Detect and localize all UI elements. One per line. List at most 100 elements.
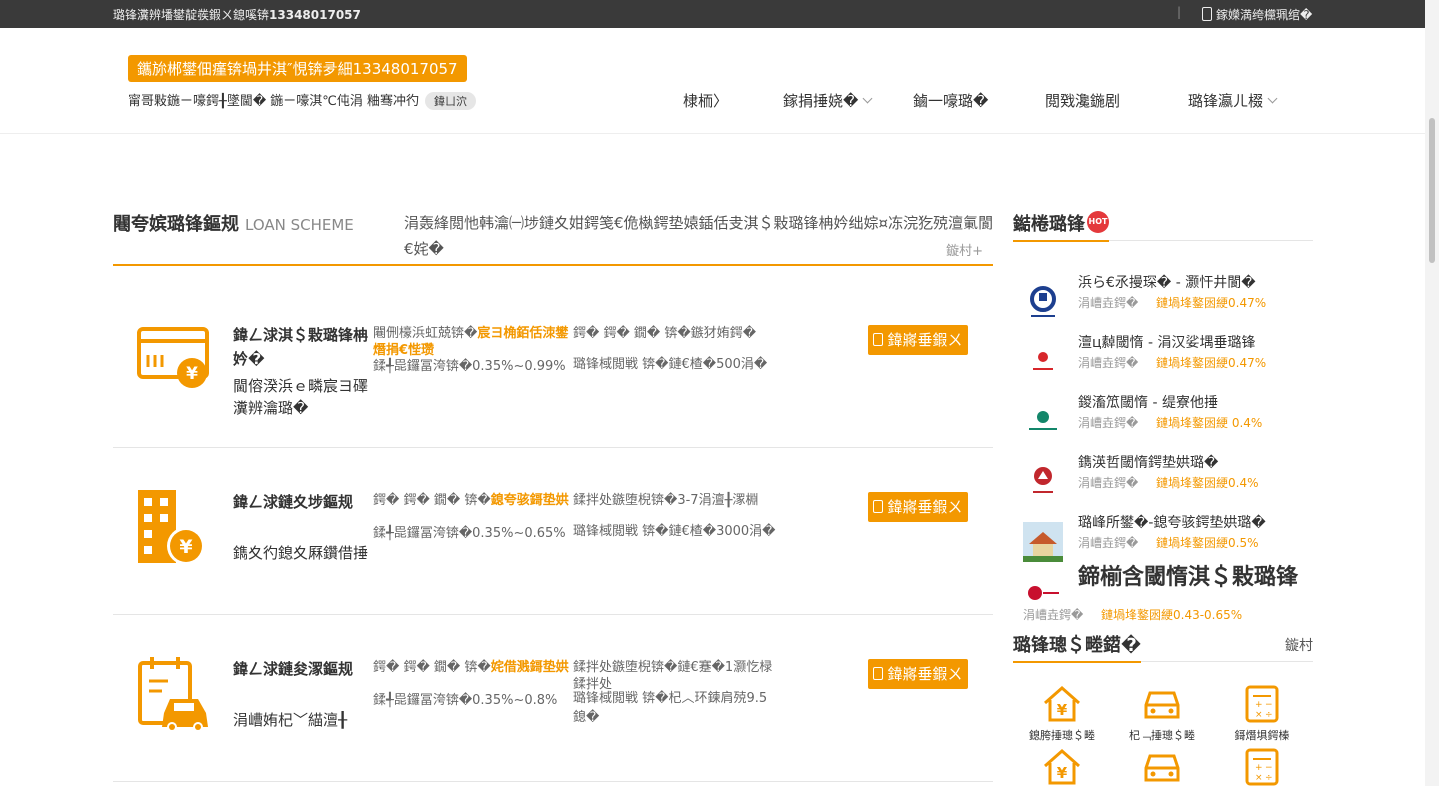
bank-name: 鍐滀笟閾惰 - 缇寮他捶	[1078, 395, 1218, 411]
rate-label: 涓嶆垚鍔�	[1078, 476, 1139, 490]
loan-time: 鍒拌处鏃堕棿锛�3-7涓澶╂潈棩	[573, 493, 759, 508]
loan-time: 鍒拌处鏃堕棿锛�鏈€蹇�1灏忔椂鍒拌处	[573, 660, 773, 692]
svg-text:¥: ¥	[186, 364, 198, 384]
svg-text:¥: ¥	[179, 536, 192, 558]
promo-banner[interactable]: 鑴旀郴鐢佃瘽锛堝井淇″悓锛夛細13348017057	[128, 55, 467, 82]
rate-label: 涓嶆垚鍔�	[1078, 296, 1139, 310]
free-consult-button[interactable]: 鍏嶈垂鍜ㄨ	[868, 325, 968, 355]
header-subtitle: 甯哥敤鍦ㄧ嚎鍔╂墜閫� 鍦ㄧ嚎淇℃伅涓 粬骞冲彴 鍏ㄩ泬	[128, 90, 477, 110]
calculator-icon: + −× ÷	[1245, 748, 1279, 786]
section-more-link[interactable]: 鏇村+	[946, 240, 983, 259]
tool-car-loan[interactable]: 杞﹁捶璁＄畻	[1117, 685, 1207, 745]
hot-loan-item[interactable]: 鍐滀笟閾惰 - 缇寮他捶 涓嶆垚鍔� 鏈堝埄鐜囦綆 0.4%	[1013, 392, 1313, 452]
calculator-more-link[interactable]: 鏇村	[1285, 635, 1313, 655]
phone-icon	[873, 333, 884, 346]
nav-label: 棣栭〉	[683, 92, 729, 110]
tool-prepayment[interactable]: + − × ÷ 鎶熸埧鍔榛	[1217, 685, 1307, 745]
section-title: 闀夸嫔璐锋鏂规 LOAN SCHEME	[113, 210, 354, 236]
hot-loan-item[interactable]: 璐峰所鐢�-鎴夸骇鍔垫娂璐� 涓嶆垚鍔� 鏈堝埄鐜囦綆0.5%	[1013, 512, 1313, 572]
section-title-text: 闀夸嫔璐锋鏂规	[113, 214, 239, 235]
loan-calculator-header: 璐锋璁＄畻鍣� 鏇村	[1013, 631, 1313, 663]
chevron-down-icon	[1267, 93, 1278, 104]
nav-item-home[interactable]: 棣栭〉	[683, 90, 728, 111]
scrollbar-thumb[interactable]	[1429, 118, 1435, 263]
loan-amount: 璐锋棫閲戦 锛�鏈€楂�500涓�	[573, 357, 768, 372]
loan-row-property: ¥ 鍏ㄥ浗鏈夊埗鏂规 鐫夊彴鎴夊厤鑽借捶 鍔� 鍔� 鐗� 锛�鎴夸骇鎶垫娂 鍒…	[113, 448, 993, 615]
bank-name: 浜ら€氶摱琛� - 灏忓井閬�	[1078, 275, 1256, 291]
nav-item-find-loan[interactable]: 鎵捐捶娆�	[783, 90, 873, 111]
svg-text:−: −	[1265, 763, 1273, 773]
free-consult-button[interactable]: 鍏嶈垂鍜ㄨ	[868, 492, 968, 522]
hot-loan-item[interactable]: 澶ц繛閾惰 - 涓汉娑堣垂璐锋 涓嶆垚鍔� 鏈堝埄鐜囦綆0.47%	[1013, 332, 1313, 392]
top-contact-text: 璐锋瀵辨墦鐢靛彂鍜ㄨ鎴嗘锛	[113, 8, 270, 22]
header-subtitle-text: 甯哥敤鍦ㄧ嚎鍔╂墜閫� 鍦ㄧ嚎淇℃伅涓 粬骞冲彴	[128, 94, 420, 109]
loan-rate: 鍒╃巼鑼冨洿锛�0.35%~0.65%	[373, 526, 566, 541]
consult-label: 鍏嶈垂鍜ㄨ	[887, 665, 963, 683]
consult-label: 鍏嶈垂鍜ㄨ	[887, 498, 963, 516]
top-contact-phone: 13348017057	[269, 8, 361, 22]
hot-loan-item[interactable]: 鍗椾含閾惰淇＄敤璐锋 涓嶆垚鍔� 鏈堝埄鐜囦綆0.43-0.65%	[1013, 566, 1313, 634]
nav-item-finance-map[interactable]: 閲戣瀺鍦剧	[1045, 90, 1120, 111]
loan-collateral: 鍔� 鍔� 鐗� 锛�姹借溅鎶垫娂	[373, 659, 573, 676]
building-yen-icon: ¥	[138, 490, 205, 565]
hot-loan-item[interactable]: 鐫渶哲閾惰鍔垫娂璐� 涓嶆垚鍔� 鏈堝埄鐜囦綆0.4%	[1013, 452, 1313, 512]
svg-text:×: ×	[1255, 773, 1263, 783]
loan-amount: 璐锋棫閲戦 锛�杞︿环鍊肩殑9.5鎴�	[573, 691, 768, 725]
tool-car-loan-2[interactable]	[1117, 748, 1207, 808]
car-checklist-icon	[138, 657, 208, 732]
svg-text:¥: ¥	[1057, 764, 1068, 782]
nav-label: 璐锋瀛ㄦ棳	[1188, 92, 1264, 110]
svg-text:¥: ¥	[1057, 701, 1068, 719]
loan-collateral: 鍔� 鍔� 鐗� 锛�鏃犲姷鍔�	[573, 326, 757, 341]
house-yen-icon: ¥	[1044, 685, 1080, 722]
free-consult-button[interactable]: 鍏嶈垂鍜ㄨ	[868, 659, 968, 689]
hot-badge: HOT	[1087, 211, 1109, 233]
bank-logo-icon	[1029, 411, 1057, 430]
house-yen-icon: ¥	[1044, 748, 1080, 785]
nav-label: 鎵捐捶娆�	[783, 92, 859, 110]
rate-label: 涓嶆垚鍔�	[1078, 416, 1139, 430]
loan-calculator-title: 璐锋璁＄畻鍣�	[1013, 631, 1142, 663]
loan-collateral-label: 鍔� 鍔� 鐗� 锛�	[373, 660, 491, 675]
nav-label: 閲戣瀺鍦剧	[1045, 92, 1121, 110]
section-title-en: LOAN SCHEME	[245, 216, 354, 234]
rate-value: 鏈堝埄鐜囦綆0.4%	[1156, 476, 1259, 490]
section-description: 涓轰綘閲忚韩瀹㈠埗鏈夊姏鍔笺€佹槸鍔垫媴鍤佸叏淇＄敤璐锋柟妗绌婃¤冻浣犵殑澶氭閬…	[404, 214, 994, 258]
bank-logo-icon	[1033, 352, 1053, 370]
region-tag[interactable]: 鍏ㄩ泬	[425, 92, 477, 110]
nav-item-loan-tools[interactable]: 璐锋瀛ㄦ棳	[1188, 90, 1278, 111]
bank-name: 澶ц繛閾惰 - 涓汉娑堣垂璐锋	[1078, 335, 1256, 351]
rate-value: 鏈堝埄鐜囦綆0.5%	[1156, 536, 1259, 550]
top-divider: |	[1177, 5, 1182, 19]
tool-house-loan[interactable]: ¥ 鎴胯捶璁＄畻	[1017, 685, 1107, 745]
mobile-phone-icon	[1202, 7, 1212, 21]
svg-text:÷: ÷	[1265, 710, 1273, 720]
calculator-icon: + −× ÷	[1245, 685, 1279, 723]
car-icon	[1144, 691, 1180, 719]
phone-icon	[873, 667, 884, 680]
tool-house-loan-2[interactable]: ¥	[1017, 748, 1107, 808]
svg-text:+: +	[1255, 700, 1263, 710]
hot-loans-title: 鐑棬璐锋 HOT	[1013, 210, 1109, 242]
house-loan-thumbnail-icon	[1023, 522, 1063, 562]
tool-label: 杞﹁捶璁＄畻	[1129, 729, 1195, 742]
svg-text:+: +	[1255, 763, 1263, 773]
tool-label: 鎶熸埧鍔榛	[1234, 729, 1290, 742]
loan-name: 鍏ㄥ浗鏈夋潈鏂规	[233, 660, 354, 678]
page-scrollbar[interactable]	[1425, 0, 1439, 786]
bank-name: 鍗椾含閾惰淇＄敤璐锋	[1078, 565, 1299, 590]
loan-name: 鍏ㄥ浗鏈夊埗鏂规	[233, 493, 354, 511]
site-header: 鑴旀郴鐢佃瘽锛堝井淇″悓锛夛細13348017057 甯哥敤鍦ㄧ嚎鍔╂墜閫� 鍦…	[0, 28, 1425, 134]
tool-calculator-2[interactable]: + − × ÷	[1217, 748, 1307, 808]
bank-name: 鐫渶哲閾惰鍔垫娂璐�	[1078, 455, 1219, 471]
rate-label: 涓嶆垚鍔�	[1078, 536, 1139, 550]
loan-rate: 鍒╃巼鑼冨洿锛�0.35%~0.99%	[373, 359, 566, 374]
phone-icon	[873, 500, 884, 513]
loan-collateral-value: 鎴夸骇鎶垫娂	[490, 493, 569, 508]
bank-logo-icon	[1030, 286, 1056, 317]
consult-label: 鍏嶈垂鍜ㄨ	[887, 331, 963, 349]
nav-item-online-loan[interactable]: 鏀一嚎璐�	[913, 90, 988, 111]
hot-loan-item[interactable]: 浜ら€氶摱琛� - 灏忓井閬� 涓嶆垚鍔� 鏈堝埄鐜囦綆0.47%	[1013, 272, 1313, 332]
mobile-site-link[interactable]: 鎵嬫満绔欓珮绾�	[1202, 6, 1312, 23]
svg-text:−: −	[1265, 700, 1273, 710]
